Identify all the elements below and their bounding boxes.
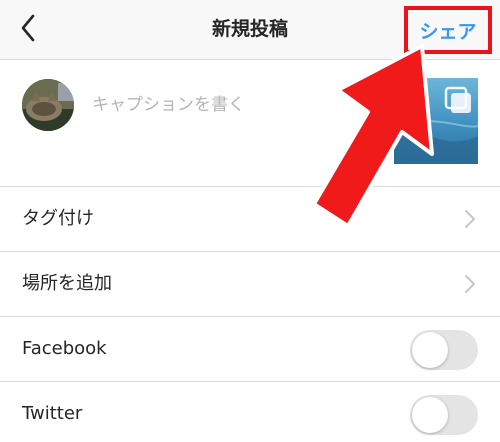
twitter-share-row: Twitter (0, 382, 500, 442)
new-post-screen: 新規投稿 シェア キャプションを書く タグ付け 場所を追加 Facebook T… (0, 0, 500, 442)
navigation-bar: 新規投稿 シェア (0, 0, 500, 60)
page-title: 新規投稿 (211, 18, 288, 40)
caption-input[interactable] (92, 90, 372, 120)
facebook-label: Facebook (22, 338, 107, 359)
chevron-left-icon (21, 14, 35, 42)
post-thumbnail (394, 78, 478, 164)
add-location-row[interactable]: 場所を追加 (0, 252, 500, 317)
toggle-knob (412, 332, 448, 368)
back-button[interactable] (14, 13, 42, 43)
add-location-label: 場所を追加 (22, 273, 112, 294)
chevron-right-icon (465, 210, 475, 228)
toggle-knob (412, 397, 448, 433)
caption-section (0, 60, 500, 187)
facebook-toggle[interactable] (410, 330, 478, 370)
chevron-right-icon (465, 275, 475, 293)
twitter-label: Twitter (22, 403, 83, 424)
facebook-share-row: Facebook (0, 317, 500, 382)
share-button[interactable]: シェア (404, 6, 492, 54)
twitter-toggle[interactable] (410, 395, 478, 435)
tag-people-row[interactable]: タグ付け (0, 187, 500, 252)
avatar (22, 79, 74, 131)
tag-people-label: タグ付け (22, 208, 94, 229)
